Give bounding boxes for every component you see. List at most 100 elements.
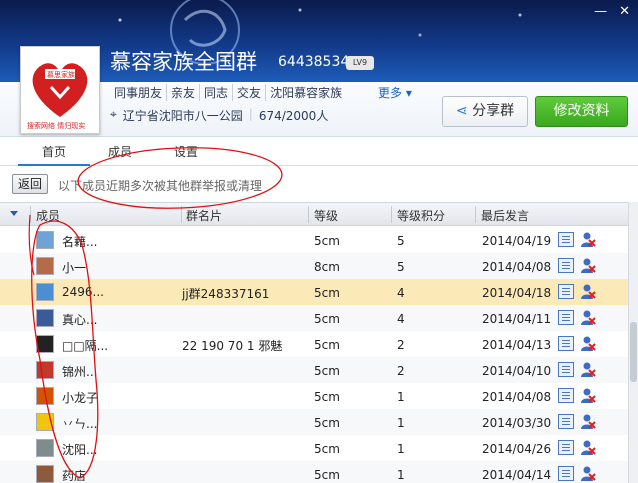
member-name[interactable]: 小龙子	[62, 389, 98, 406]
member-points: 1	[397, 468, 405, 482]
member-last-post: 2014/04/11	[482, 312, 552, 326]
remove-member-icon[interactable]	[580, 257, 596, 274]
col-last-post[interactable]: 最后发言	[481, 207, 529, 224]
member-avatar[interactable]	[36, 257, 54, 275]
member-points: 5	[397, 234, 405, 248]
group-name: 慕容家族全国群	[110, 50, 257, 74]
vertical-scrollbar[interactable]	[628, 202, 638, 483]
level-badge: LV9	[346, 56, 374, 70]
member-level: 5cm	[314, 416, 340, 430]
profile-card-icon[interactable]	[558, 258, 574, 273]
table-row[interactable]: 名藉... 5cm 5 2014/04/19	[0, 227, 628, 253]
member-count: 674/2000人	[258, 109, 329, 123]
member-avatar[interactable]	[36, 413, 54, 431]
more-label: 更多	[378, 86, 403, 100]
profile-card-icon[interactable]	[558, 466, 574, 481]
remove-member-icon[interactable]	[580, 231, 596, 248]
tab-bar: 首页 成员 设置	[0, 138, 638, 166]
member-avatar[interactable]	[36, 283, 54, 301]
tag-item[interactable]: 同志	[200, 84, 234, 101]
back-button[interactable]: 返回	[12, 174, 48, 194]
col-level[interactable]: 等级	[314, 207, 338, 224]
profile-card-icon[interactable]	[558, 388, 574, 403]
member-name[interactable]: 药店	[62, 467, 86, 483]
member-last-post: 2014/04/14	[482, 468, 552, 482]
tab-home[interactable]: 首页	[18, 138, 90, 166]
sort-arrow-icon[interactable]	[10, 211, 18, 216]
member-avatar[interactable]	[36, 439, 54, 457]
share-label: 分享群	[472, 103, 515, 119]
group-avatar[interactable]: 慕思家族 搜索网络 情归现实	[20, 46, 100, 134]
member-last-post: 2014/04/08	[482, 260, 552, 274]
tag-item[interactable]: 沈阳慕容家族	[266, 84, 346, 101]
member-points: 1	[397, 442, 405, 456]
tab-members[interactable]: 成员	[84, 138, 156, 166]
member-name[interactable]: 名藉...	[62, 233, 97, 250]
member-name[interactable]: 沈阳...	[62, 441, 97, 458]
close-icon[interactable]: ✕	[619, 4, 630, 19]
tab-settings[interactable]: 设置	[150, 138, 222, 166]
member-avatar[interactable]	[36, 465, 54, 483]
location-text: 辽宁省沈阳市八一公园	[122, 109, 243, 123]
tag-item[interactable]: 同事朋友	[110, 84, 168, 101]
col-card[interactable]: 群名片	[186, 207, 222, 224]
member-avatar[interactable]	[36, 309, 54, 327]
member-name[interactable]: 2496...	[62, 285, 104, 299]
remove-member-icon[interactable]	[580, 309, 596, 326]
scrollbar-thumb[interactable]	[630, 322, 637, 382]
member-level: 5cm	[314, 442, 340, 456]
remove-member-icon[interactable]	[580, 387, 596, 404]
table-row[interactable]: 锦州... 5cm 2 2014/04/10	[0, 357, 628, 383]
profile-card-icon[interactable]	[558, 284, 574, 299]
group-id: 64438534	[278, 54, 350, 70]
profile-card-icon[interactable]	[558, 362, 574, 377]
member-avatar[interactable]	[36, 231, 54, 249]
column-divider	[181, 206, 182, 223]
table-row[interactable]: 2496... jj群248337161 5cm 4 2014/04/18	[0, 279, 628, 305]
col-points[interactable]: 等级积分	[397, 207, 445, 224]
remove-member-icon[interactable]	[580, 335, 596, 352]
member-avatar[interactable]	[36, 387, 54, 405]
group-location: ⌖ 辽宁省沈阳市八一公园 | 674/2000人	[110, 107, 328, 124]
col-member[interactable]: 成员	[36, 207, 60, 224]
edit-label: 修改资料	[553, 103, 610, 119]
table-row[interactable]: 沈阳... 5cm 1 2014/04/26	[0, 435, 628, 461]
profile-card-icon[interactable]	[558, 414, 574, 429]
member-last-post: 2014/03/30	[482, 416, 552, 430]
table-row[interactable]: □□隔... 22 190 70 1 邪魅 5cm 2 2014/04/13	[0, 331, 628, 357]
remove-member-icon[interactable]	[580, 465, 596, 482]
member-name[interactable]: □□隔...	[62, 337, 108, 354]
member-points: 1	[397, 390, 405, 404]
remove-member-icon[interactable]	[580, 413, 596, 430]
profile-card-icon[interactable]	[558, 336, 574, 351]
member-level: 5cm	[314, 234, 340, 248]
table-row[interactable]: 真心... 5cm 4 2014/04/11	[0, 305, 628, 331]
minimize-icon[interactable]: —	[594, 4, 607, 19]
profile-card-icon[interactable]	[558, 232, 574, 247]
member-name[interactable]: 真心...	[62, 311, 97, 328]
remove-member-icon[interactable]	[580, 361, 596, 378]
tag-item[interactable]: 亲友	[167, 84, 201, 101]
tag-item[interactable]: 交友	[233, 84, 267, 101]
remove-member-icon[interactable]	[580, 439, 596, 456]
share-group-button[interactable]: ⋖ 分享群	[442, 96, 528, 127]
member-name[interactable]: 小一	[62, 259, 86, 276]
member-points: 2	[397, 364, 405, 378]
member-card: jj群248337161	[182, 287, 270, 301]
table-row[interactable]: 药店 5cm 1 2014/04/14	[0, 461, 628, 483]
member-avatar[interactable]	[36, 361, 54, 379]
table-row[interactable]: 小龙子 5cm 1 2014/04/08	[0, 383, 628, 409]
member-name[interactable]: 丷ㄣ...	[62, 415, 97, 432]
avatar-caption: 慕思家族	[47, 71, 75, 79]
profile-card-icon[interactable]	[558, 310, 574, 325]
more-tags-dropdown[interactable]: 更多 ▾	[378, 84, 412, 101]
edit-profile-button[interactable]: 修改资料	[535, 96, 628, 127]
remove-member-icon[interactable]	[580, 283, 596, 300]
table-row[interactable]: 小一 8cm 5 2014/04/08	[0, 253, 628, 279]
member-level: 5cm	[314, 390, 340, 404]
profile-card-icon[interactable]	[558, 440, 574, 455]
member-avatar[interactable]	[36, 335, 54, 353]
avatar-slogan: 搜索网络 情归现实	[27, 122, 86, 130]
member-name[interactable]: 锦州...	[62, 363, 97, 380]
table-row[interactable]: 丷ㄣ... 5cm 1 2014/03/30	[0, 409, 628, 435]
